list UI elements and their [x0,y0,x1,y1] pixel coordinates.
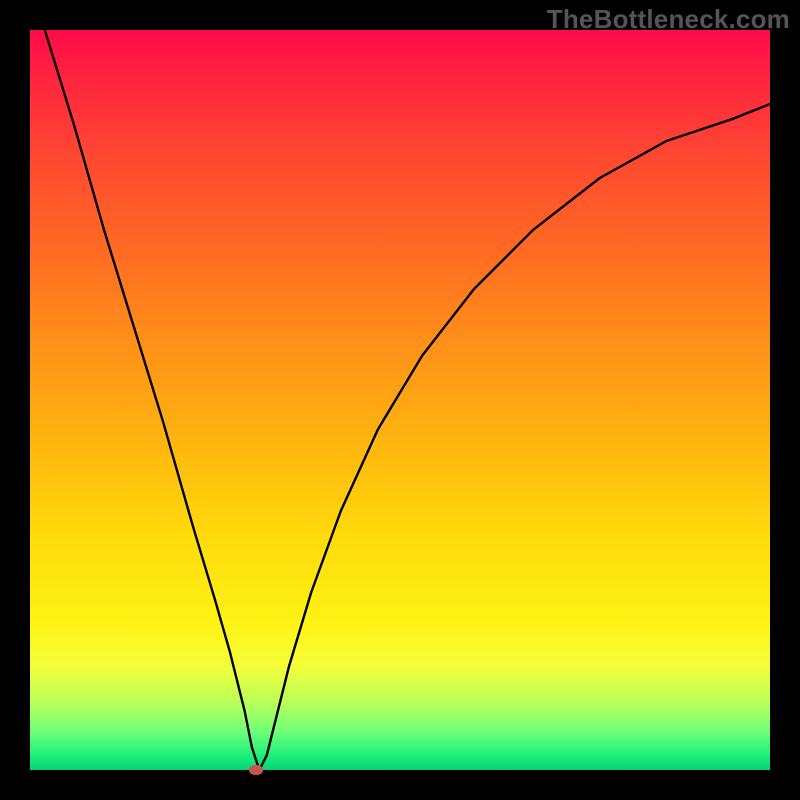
plot-area [30,30,770,770]
curve-svg [30,30,770,770]
min-marker [249,765,263,775]
chart-frame: TheBottleneck.com [0,0,800,800]
bottleneck-curve [45,30,770,770]
